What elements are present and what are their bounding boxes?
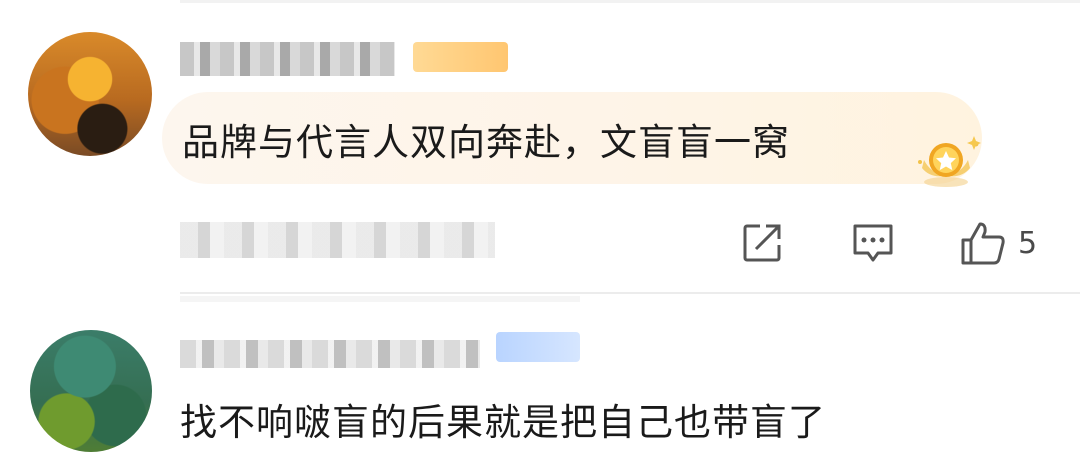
user-badge xyxy=(413,42,508,72)
comment-meta-blurred xyxy=(180,222,495,258)
comment-divider xyxy=(180,292,1080,294)
username-blurred[interactable] xyxy=(180,42,395,76)
user-badge xyxy=(496,332,580,362)
avatar[interactable] xyxy=(30,330,152,452)
share-icon xyxy=(743,224,781,262)
avatar[interactable] xyxy=(28,32,152,156)
reply-icon xyxy=(853,224,893,262)
comment-divider-shadow xyxy=(180,296,580,302)
comment-text: 品牌与代言人双向奔赴，文盲盲一窝 xyxy=(182,121,790,164)
like-count: 5 xyxy=(1018,225,1038,261)
username-blurred[interactable] xyxy=(180,340,480,368)
reply-button[interactable] xyxy=(850,220,896,266)
share-button[interactable] xyxy=(740,220,784,266)
comment-text: 找不响啵盲的后果就是把自己也带盲了 xyxy=(180,401,826,444)
like-button[interactable]: 5 xyxy=(958,220,1037,266)
like-icon xyxy=(961,222,1005,265)
top-divider xyxy=(180,0,1080,3)
medal-icon xyxy=(918,136,981,187)
